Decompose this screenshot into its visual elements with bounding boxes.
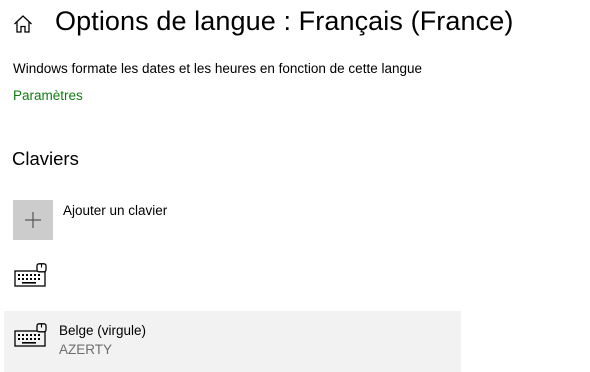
add-keyboard-label: Ajouter un clavier: [63, 203, 168, 218]
keyboard-name: Belge (virgule): [59, 323, 147, 338]
keyboard-icon: [14, 263, 48, 289]
header: Options de langue : Français (France): [0, 0, 590, 50]
keyboard-item-belge[interactable]: Belge (virgule) AZERTY: [4, 311, 461, 372]
add-keyboard-tile[interactable]: [13, 200, 53, 240]
format-description: Windows formate les dates et les heures …: [13, 61, 422, 76]
keyboard-layout: AZERTY: [59, 342, 113, 357]
plus-icon: [25, 212, 41, 228]
settings-link[interactable]: Paramètres: [13, 88, 83, 103]
keyboards-heading: Claviers: [12, 148, 79, 169]
add-keyboard-button[interactable]: Ajouter un clavier: [12, 200, 452, 241]
home-icon[interactable]: [12, 13, 34, 35]
keyboard-icon: [14, 323, 48, 349]
page-title: Options de langue : Français (France): [55, 6, 514, 36]
language-options-page: Options de langue : Français (France) Wi…: [0, 0, 590, 372]
